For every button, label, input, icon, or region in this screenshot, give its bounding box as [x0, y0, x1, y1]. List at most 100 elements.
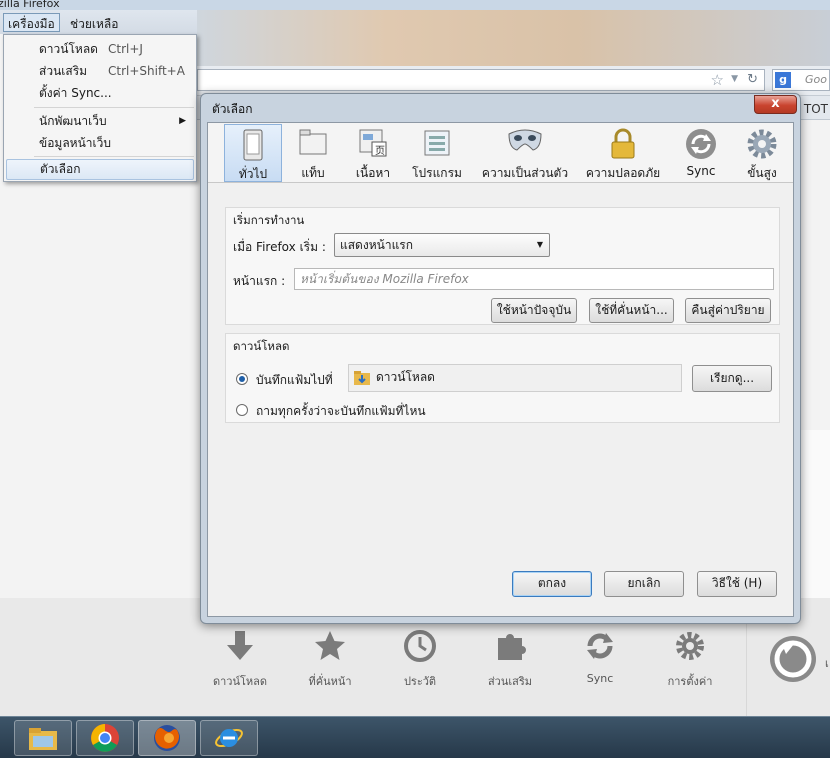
tab-applications[interactable]: โปรแกรม [405, 124, 469, 182]
content-icon: 页 [359, 129, 387, 157]
taskbar-internet-explorer[interactable] [200, 720, 258, 756]
tab-privacy-label: ความเป็นส่วนตัว [481, 166, 569, 180]
bookmark-star-icon [315, 631, 345, 660]
browse-label: เรียกดู... [709, 371, 755, 385]
bookmark-star-icon[interactable]: ☆ [711, 71, 724, 89]
tab-tabs[interactable]: แท็บ [285, 124, 341, 182]
dialog-close-button[interactable]: x [754, 95, 797, 114]
file-explorer-icon [29, 728, 57, 750]
help-button[interactable]: วิธีใช้ (H) [697, 571, 777, 597]
restore-session-label: เ [825, 657, 829, 670]
menu-item-downloads-label: ดาวน์โหลด [39, 42, 98, 56]
tabs-icon [299, 129, 327, 155]
save-to-label: บันทึกแฟ้มไปที่ [256, 373, 333, 387]
menu-item-page-info-label: ข้อมูลหน้าเว็บ [39, 136, 111, 150]
google-icon[interactable]: g [775, 72, 791, 88]
chevron-down-icon: ▼ [536, 240, 543, 249]
launcher-sync-label: Sync [586, 672, 614, 685]
tab-content[interactable]: 页 เนื้อหา [345, 124, 401, 182]
tab-sync-label: Sync [686, 164, 716, 178]
menu-item-addons[interactable]: ส่วนเสริม Ctrl+Shift+A [6, 61, 194, 82]
home-page-placeholder: หน้าเริ่มต้นของ Mozilla Firefox [300, 272, 469, 286]
download-folder-icon [354, 371, 370, 385]
addons-puzzle-icon [498, 634, 526, 660]
help-label: วิธีใช้ (H) [711, 576, 763, 590]
search-box[interactable]: g Goo [772, 69, 830, 91]
url-bar[interactable]: ☆ ▼ ↻ [197, 69, 765, 91]
tab-applications-label: โปรแกรม [412, 166, 462, 180]
use-current-page-button[interactable]: ใช้หน้าปัจจุบัน [491, 298, 577, 323]
always-ask-radio[interactable] [236, 404, 248, 416]
tools-dropdown-menu: ดาวน์โหลด Ctrl+J ส่วนเสริม Ctrl+Shift+A … [3, 34, 197, 182]
startup-behavior-value: แสดงหน้าแรก [340, 238, 414, 252]
menu-item-downloads[interactable]: ดาวน์โหลด Ctrl+J [6, 39, 194, 60]
tab-general-label: ทั่วไป [238, 167, 268, 181]
sync-icon [686, 129, 716, 159]
taskbar-firefox[interactable] [138, 720, 196, 756]
navigation-toolbar: ☆ ▼ ↻ g Goo [197, 66, 830, 96]
menu-item-web-developer[interactable]: นักพัฒนาเว็บ ▶ [6, 111, 194, 132]
menu-tools[interactable]: เครื่องมือ [3, 13, 60, 32]
home-page-label: หน้าแรก : [233, 274, 286, 288]
tab-sync[interactable]: Sync [674, 124, 728, 182]
general-icon [243, 129, 263, 161]
launcher-history-label: ประวัติ [403, 675, 437, 688]
launcher-settings[interactable]: การตั้งค่า [650, 628, 730, 690]
menu-item-sync-setup-label: ตั้งค่า Sync... [39, 86, 112, 100]
menu-item-addons-shortcut: Ctrl+Shift+A [108, 64, 185, 78]
home-page-input[interactable]: หน้าเริ่มต้นของ Mozilla Firefox [294, 268, 774, 290]
startup-group-title: เริ่มการทำงาน [233, 213, 305, 227]
use-bookmark-button[interactable]: ใช้ที่คั่นหน้า... [589, 298, 674, 323]
submenu-arrow-icon: ▶ [179, 116, 186, 126]
launcher-sync[interactable]: Sync [560, 628, 640, 685]
menu-item-options[interactable]: ตัวเลือก [6, 159, 194, 180]
settings-gear-icon [676, 632, 704, 660]
launcher-downloads[interactable]: ดาวน์โหลด [200, 628, 280, 690]
download-arrow-icon [227, 631, 253, 660]
menu-help[interactable]: ช่วยเหลือ [65, 13, 124, 32]
tab-general[interactable]: ทั่วไป [224, 124, 282, 182]
menu-separator [34, 156, 194, 157]
dialog-body: ทั่วไป แท็บ 页 เนื้อหา โปรแกรม ความเป็นส่… [207, 122, 794, 617]
download-folder-name: ดาวน์โหลด [376, 370, 435, 384]
svg-text:页: 页 [375, 145, 385, 157]
menu-item-downloads-shortcut: Ctrl+J [108, 42, 143, 56]
taskbar-chrome[interactable] [76, 720, 134, 756]
firefox-title-bar: zilla Firefox [0, 0, 830, 10]
cancel-button[interactable]: ยกเลิก [604, 571, 684, 597]
launcher-addons-label: ส่วนเสริม [487, 675, 533, 688]
tab-tabs-label: แท็บ [301, 166, 325, 180]
download-folder-field: ดาวน์โหลด [348, 364, 682, 392]
startup-behavior-select[interactable]: แสดงหน้าแรก ▼ [334, 233, 550, 257]
tab-content-label: เนื้อหา [355, 166, 391, 180]
reload-icon[interactable]: ↻ [747, 72, 758, 87]
launcher-addons[interactable]: ส่วนเสริม [470, 628, 550, 690]
menu-item-sync-setup[interactable]: ตั้งค่า Sync... [6, 83, 194, 104]
ok-button[interactable]: ตกลง [512, 571, 592, 597]
downloads-group-title: ดาวน์โหลด [233, 339, 290, 353]
tab-security-label: ความปลอดภัย [585, 166, 661, 180]
tab-privacy[interactable]: ความเป็นส่วนตัว [476, 124, 574, 182]
tab-advanced[interactable]: ขั้นสูง [734, 124, 790, 182]
restore-session-icon [770, 636, 816, 682]
startup-group: เริ่มการทำงาน เมื่อ Firefox เริ่ม : แสดง… [225, 207, 780, 325]
menu-item-web-developer-label: นักพัฒนาเว็บ [39, 114, 107, 128]
privacy-mask-icon [508, 129, 542, 151]
pane-selector: ทั่วไป แท็บ 页 เนื้อหา โปรแกรม ความเป็นส่… [208, 123, 793, 183]
restore-default-button[interactable]: คืนสู่ค่าปริยาย [685, 298, 771, 323]
browse-button[interactable]: เรียกดู... [692, 365, 772, 392]
tab-advanced-label: ขั้นสูง [747, 166, 777, 180]
launcher-history[interactable]: ประวัติ [380, 628, 460, 690]
window-title: zilla Firefox [0, 0, 60, 10]
restore-session-button[interactable] [768, 634, 818, 687]
save-to-radio[interactable] [236, 373, 248, 385]
tab-security[interactable]: ความปลอดภัย [578, 124, 668, 182]
taskbar-explorer[interactable] [14, 720, 72, 756]
launcher-bookmarks-label: ที่คั่นหน้า [308, 675, 352, 688]
downloads-group: ดาวน์โหลด บันทึกแฟ้มไปที่ ดาวน์โหลด เรีย… [225, 333, 780, 423]
launcher-bookmarks[interactable]: ที่คั่นหน้า [290, 628, 370, 690]
menu-item-addons-label: ส่วนเสริม [39, 64, 88, 78]
launcher-downloads-label: ดาวน์โหลด [212, 675, 268, 688]
menu-item-page-info[interactable]: ข้อมูลหน้าเว็บ [6, 133, 194, 154]
url-dropdown-icon[interactable]: ▼ [731, 74, 738, 84]
